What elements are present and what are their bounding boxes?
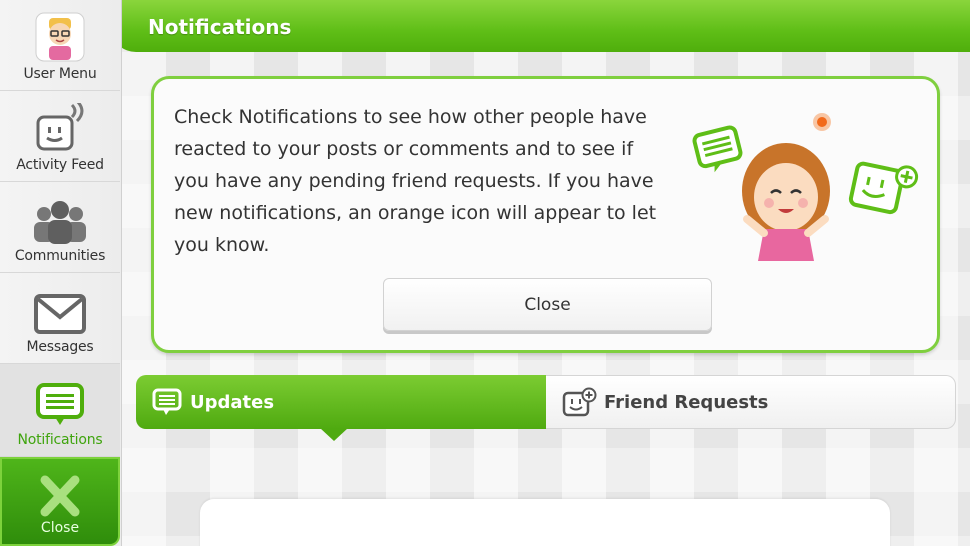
activity-feed-icon bbox=[36, 103, 84, 151]
speech-bubble-icon bbox=[152, 388, 182, 415]
title-bar: Notifications bbox=[110, 0, 970, 52]
notifications-info-dialog: Check Notifications to see how other peo… bbox=[151, 76, 940, 353]
active-tab-pointer bbox=[320, 428, 348, 441]
tab-updates-label: Updates bbox=[190, 391, 275, 413]
sidebar-item-communities[interactable]: Communities bbox=[0, 182, 120, 273]
notification-speech-icon bbox=[36, 383, 84, 425]
updates-content-panel bbox=[200, 499, 890, 546]
user-avatar-icon bbox=[35, 12, 85, 62]
close-x-icon bbox=[40, 475, 80, 517]
dialog-close-button[interactable]: Close bbox=[383, 278, 712, 331]
page-title: Notifications bbox=[148, 15, 292, 39]
sidebar-close-label: Close bbox=[40, 520, 80, 536]
sidebar: User Menu Activity Feed Communities Mess… bbox=[0, 0, 122, 546]
sidebar-item-user-menu[interactable]: User Menu bbox=[0, 0, 120, 91]
sidebar-item-notifications[interactable]: Notifications bbox=[0, 364, 120, 457]
tab-bar: Updates Friend Requests bbox=[136, 375, 956, 441]
sidebar-item-label: Messages bbox=[26, 339, 94, 355]
sidebar-close-button[interactable]: Close bbox=[0, 457, 120, 546]
sidebar-item-messages[interactable]: Messages bbox=[0, 273, 120, 364]
sidebar-item-label: Communities bbox=[14, 248, 106, 264]
communities-icon bbox=[34, 201, 86, 244]
sidebar-item-activity-feed[interactable]: Activity Feed bbox=[0, 91, 120, 182]
envelope-icon bbox=[34, 294, 86, 334]
tab-friend-requests-label: Friend Requests bbox=[604, 391, 769, 413]
sidebar-item-label: Notifications bbox=[17, 432, 103, 448]
sidebar-item-label: User Menu bbox=[23, 66, 97, 82]
add-friend-icon bbox=[562, 387, 597, 417]
mii-character-illustration bbox=[692, 113, 919, 261]
sidebar-item-label: Activity Feed bbox=[16, 157, 104, 173]
tab-friend-requests[interactable]: Friend Requests bbox=[546, 375, 956, 429]
dialog-message: Check Notifications to see how other peo… bbox=[174, 106, 657, 256]
tab-updates[interactable]: Updates bbox=[136, 375, 546, 429]
